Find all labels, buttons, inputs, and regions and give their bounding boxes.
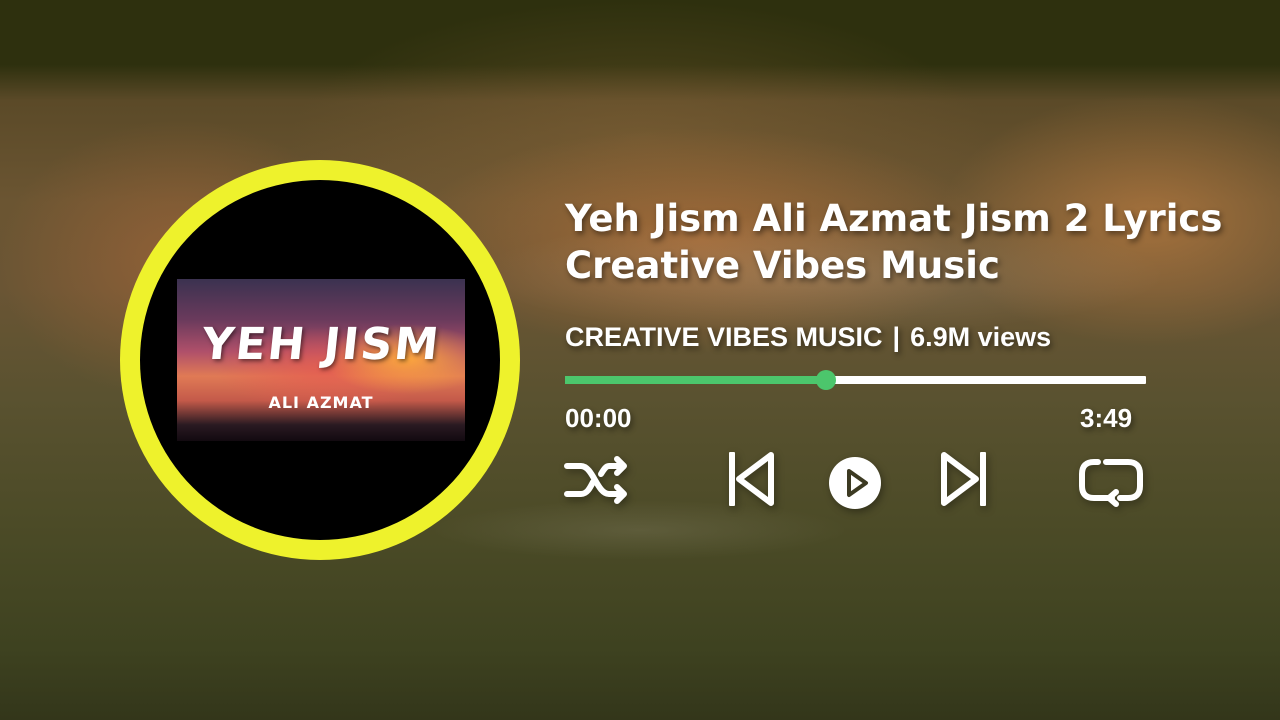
progress-fill: [565, 376, 827, 384]
previous-button[interactable]: [725, 450, 775, 508]
next-button[interactable]: [940, 450, 990, 508]
shuffle-button[interactable]: [563, 450, 633, 510]
repeat-icon: [1079, 459, 1143, 507]
track-title: Yeh Jism Ali Azmat Jism 2 Lyrics Creativ…: [565, 197, 1223, 287]
play-icon: [829, 457, 881, 509]
channel-name: CREATIVE VIBES MUSIC: [565, 322, 883, 352]
track-meta: CREATIVE VIBES MUSIC | 6.9M views: [565, 322, 1051, 353]
elapsed-time: 00:00: [565, 403, 632, 433]
player-screen: YEH JISM ALI AZMAT Yeh Jism Ali Azmat Ji…: [0, 0, 1280, 720]
total-duration: 3:49: [1080, 403, 1133, 433]
skip-previous-icon: [729, 452, 774, 506]
view-count: 6.9M views: [910, 322, 1052, 352]
album-thumbnail: YEH JISM ALI AZMAT: [177, 279, 465, 441]
repeat-button[interactable]: [1076, 456, 1146, 508]
skip-next-icon: [941, 452, 986, 506]
thumbnail-title: YEH JISM: [199, 319, 443, 370]
album-art-disc: YEH JISM ALI AZMAT: [120, 160, 520, 560]
thumbnail-subtitle: ALI AZMAT: [268, 393, 374, 412]
meta-separator: |: [892, 322, 901, 352]
progress-bar[interactable]: [565, 370, 1146, 390]
background-band: [430, 500, 850, 560]
shuffle-icon: [564, 456, 627, 504]
album-art-inner: YEH JISM ALI AZMAT: [140, 180, 500, 540]
play-button[interactable]: [826, 454, 884, 512]
